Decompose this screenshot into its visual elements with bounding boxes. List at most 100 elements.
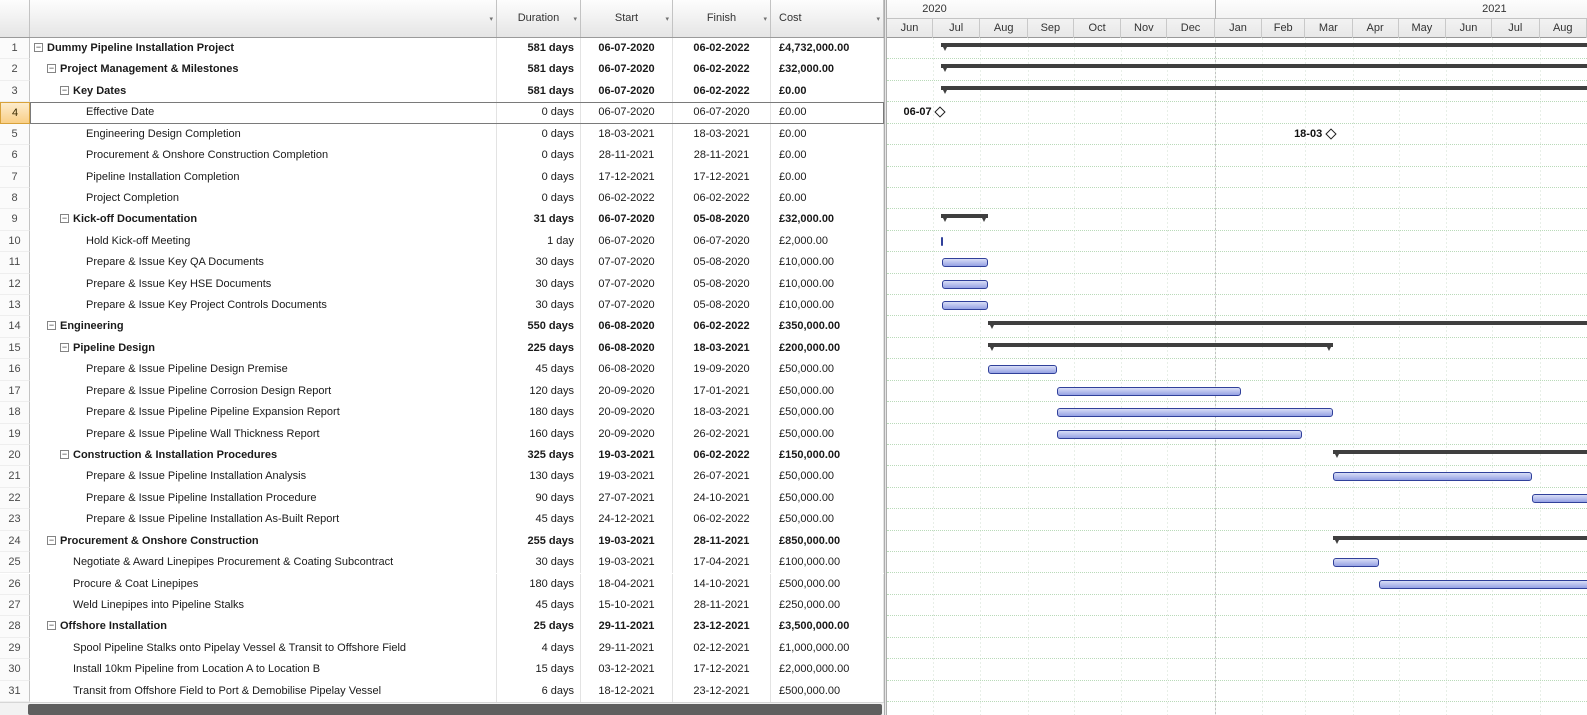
duration-cell[interactable]: 45 days (497, 509, 581, 530)
row-id[interactable]: 29 (0, 638, 30, 659)
row-id[interactable]: 18 (0, 402, 30, 423)
cost-cell[interactable]: £50,000.00 (771, 488, 884, 509)
task-name-cell[interactable]: −Procurement & Onshore Construction (30, 531, 497, 552)
start-cell[interactable]: 06-08-2020 (581, 359, 673, 380)
month-header-jul-1[interactable]: Jul (933, 19, 980, 38)
start-cell[interactable]: 06-07-2020 (581, 209, 673, 230)
finish-cell[interactable]: 05-08-2020 (673, 274, 771, 295)
row-id[interactable]: 10 (0, 231, 30, 252)
finish-cell[interactable]: 26-02-2021 (673, 424, 771, 445)
row-id[interactable]: 22 (0, 488, 30, 509)
month-header-jun-0[interactable]: Jun (887, 19, 933, 38)
finish-cell[interactable]: 28-11-2021 (673, 531, 771, 552)
cost-cell[interactable]: £0.00 (771, 102, 884, 123)
collapse-toggle[interactable]: − (60, 343, 69, 352)
row-id[interactable]: 28 (0, 616, 30, 637)
month-header-jun-12[interactable]: Jun (1446, 19, 1492, 38)
cost-cell[interactable]: £10,000.00 (771, 295, 884, 316)
start-cell[interactable]: 06-07-2020 (581, 38, 673, 59)
duration-cell[interactable]: 130 days (497, 466, 581, 487)
cost-cell[interactable]: £0.00 (771, 167, 884, 188)
start-cell[interactable]: 27-07-2021 (581, 488, 673, 509)
task-bar[interactable] (1379, 580, 1587, 589)
month-header-may-11[interactable]: May (1399, 19, 1446, 38)
start-cell[interactable]: 15-10-2021 (581, 595, 673, 616)
cost-cell[interactable]: £32,000.00 (771, 59, 884, 80)
finish-cell[interactable]: 06-02-2022 (673, 188, 771, 209)
column-header-task-name[interactable]: ▾ (30, 0, 497, 37)
finish-cell[interactable]: 28-11-2021 (673, 595, 771, 616)
duration-cell[interactable]: 255 days (497, 531, 581, 552)
duration-cell[interactable]: 15 days (497, 659, 581, 680)
cost-cell[interactable]: £32,000.00 (771, 209, 884, 230)
finish-cell[interactable]: 05-08-2020 (673, 252, 771, 273)
start-cell[interactable]: 06-07-2020 (581, 102, 673, 123)
duration-cell[interactable]: 45 days (497, 595, 581, 616)
row-id[interactable]: 24 (0, 531, 30, 552)
month-header-nov-5[interactable]: Nov (1121, 19, 1167, 38)
duration-cell[interactable]: 581 days (497, 81, 581, 102)
duration-cell[interactable]: 160 days (497, 424, 581, 445)
start-cell[interactable]: 29-11-2021 (581, 638, 673, 659)
month-header-sep-3[interactable]: Sep (1028, 19, 1074, 38)
cost-cell[interactable]: £10,000.00 (771, 252, 884, 273)
start-cell[interactable]: 19-03-2021 (581, 466, 673, 487)
duration-cell[interactable]: 30 days (497, 274, 581, 295)
start-cell[interactable]: 24-12-2021 (581, 509, 673, 530)
collapse-toggle[interactable]: − (60, 450, 69, 459)
column-header-duration[interactable]: Duration▾ (497, 0, 581, 37)
row-id[interactable]: 2 (0, 59, 30, 80)
task-name-cell[interactable]: −Key Dates (30, 81, 497, 102)
row-id[interactable]: 8 (0, 188, 30, 209)
row-id[interactable]: 13 (0, 295, 30, 316)
finish-cell[interactable]: 17-12-2021 (673, 659, 771, 680)
cost-cell[interactable]: £350,000.00 (771, 316, 884, 337)
duration-cell[interactable]: 30 days (497, 252, 581, 273)
row-id[interactable]: 16 (0, 359, 30, 380)
filter-dropdown-icon[interactable]: ▾ (573, 15, 577, 23)
filter-dropdown-icon[interactable]: ▾ (665, 15, 669, 23)
duration-cell[interactable]: 120 days (497, 381, 581, 402)
finish-cell[interactable]: 17-04-2021 (673, 552, 771, 573)
cost-cell[interactable]: £0.00 (771, 124, 884, 145)
cost-cell[interactable]: £50,000.00 (771, 509, 884, 530)
task-name-cell[interactable]: Spool Pipeline Stalks onto Pipelay Vesse… (30, 638, 497, 659)
task-name-cell[interactable]: Procurement & Onshore Construction Compl… (30, 145, 497, 166)
month-header-aug-14[interactable]: Aug (1540, 19, 1587, 38)
horizontal-scrollbar[interactable] (0, 702, 884, 715)
finish-cell[interactable]: 02-12-2021 (673, 638, 771, 659)
cost-cell[interactable]: £50,000.00 (771, 466, 884, 487)
finish-cell[interactable]: 05-08-2020 (673, 295, 771, 316)
duration-cell[interactable]: 180 days (497, 574, 581, 595)
task-name-cell[interactable]: Engineering Design Completion (30, 124, 497, 145)
start-cell[interactable]: 07-07-2020 (581, 274, 673, 295)
start-cell[interactable]: 06-07-2020 (581, 59, 673, 80)
collapse-toggle[interactable]: − (60, 214, 69, 223)
duration-cell[interactable]: 30 days (497, 295, 581, 316)
start-cell[interactable]: 06-08-2020 (581, 338, 673, 359)
task-name-cell[interactable]: Hold Kick-off Meeting (30, 231, 497, 252)
task-bar[interactable] (942, 301, 988, 310)
cost-cell[interactable]: £10,000.00 (771, 274, 884, 295)
start-cell[interactable]: 20-09-2020 (581, 381, 673, 402)
task-name-cell[interactable]: Prepare & Issue Pipeline Installation As… (30, 509, 497, 530)
month-header-dec-6[interactable]: Dec (1167, 19, 1214, 38)
summary-bar[interactable] (941, 43, 1587, 53)
horizontal-scrollbar-thumb[interactable] (28, 704, 882, 715)
duration-cell[interactable]: 180 days (497, 402, 581, 423)
task-bar[interactable] (942, 280, 988, 289)
duration-cell[interactable]: 581 days (497, 59, 581, 80)
task-name-cell[interactable]: Negotiate & Award Linepipes Procurement … (30, 552, 497, 573)
task-name-cell[interactable]: −Offshore Installation (30, 616, 497, 637)
task-name-cell[interactable]: −Project Management & Milestones (30, 59, 497, 80)
row-id[interactable]: 14 (0, 316, 30, 337)
task-name-cell[interactable]: Prepare & Issue Key HSE Documents (30, 274, 497, 295)
month-header-mar-9[interactable]: Mar (1305, 19, 1352, 38)
start-cell[interactable]: 29-11-2021 (581, 616, 673, 637)
duration-cell[interactable]: 325 days (497, 445, 581, 466)
task-bar[interactable] (988, 365, 1057, 374)
task-name-cell[interactable]: Weld Linepipes into Pipeline Stalks (30, 595, 497, 616)
task-name-cell[interactable]: Effective Date (30, 102, 497, 123)
month-header-jan-7[interactable]: Jan (1215, 19, 1262, 38)
row-id[interactable]: 17 (0, 381, 30, 402)
